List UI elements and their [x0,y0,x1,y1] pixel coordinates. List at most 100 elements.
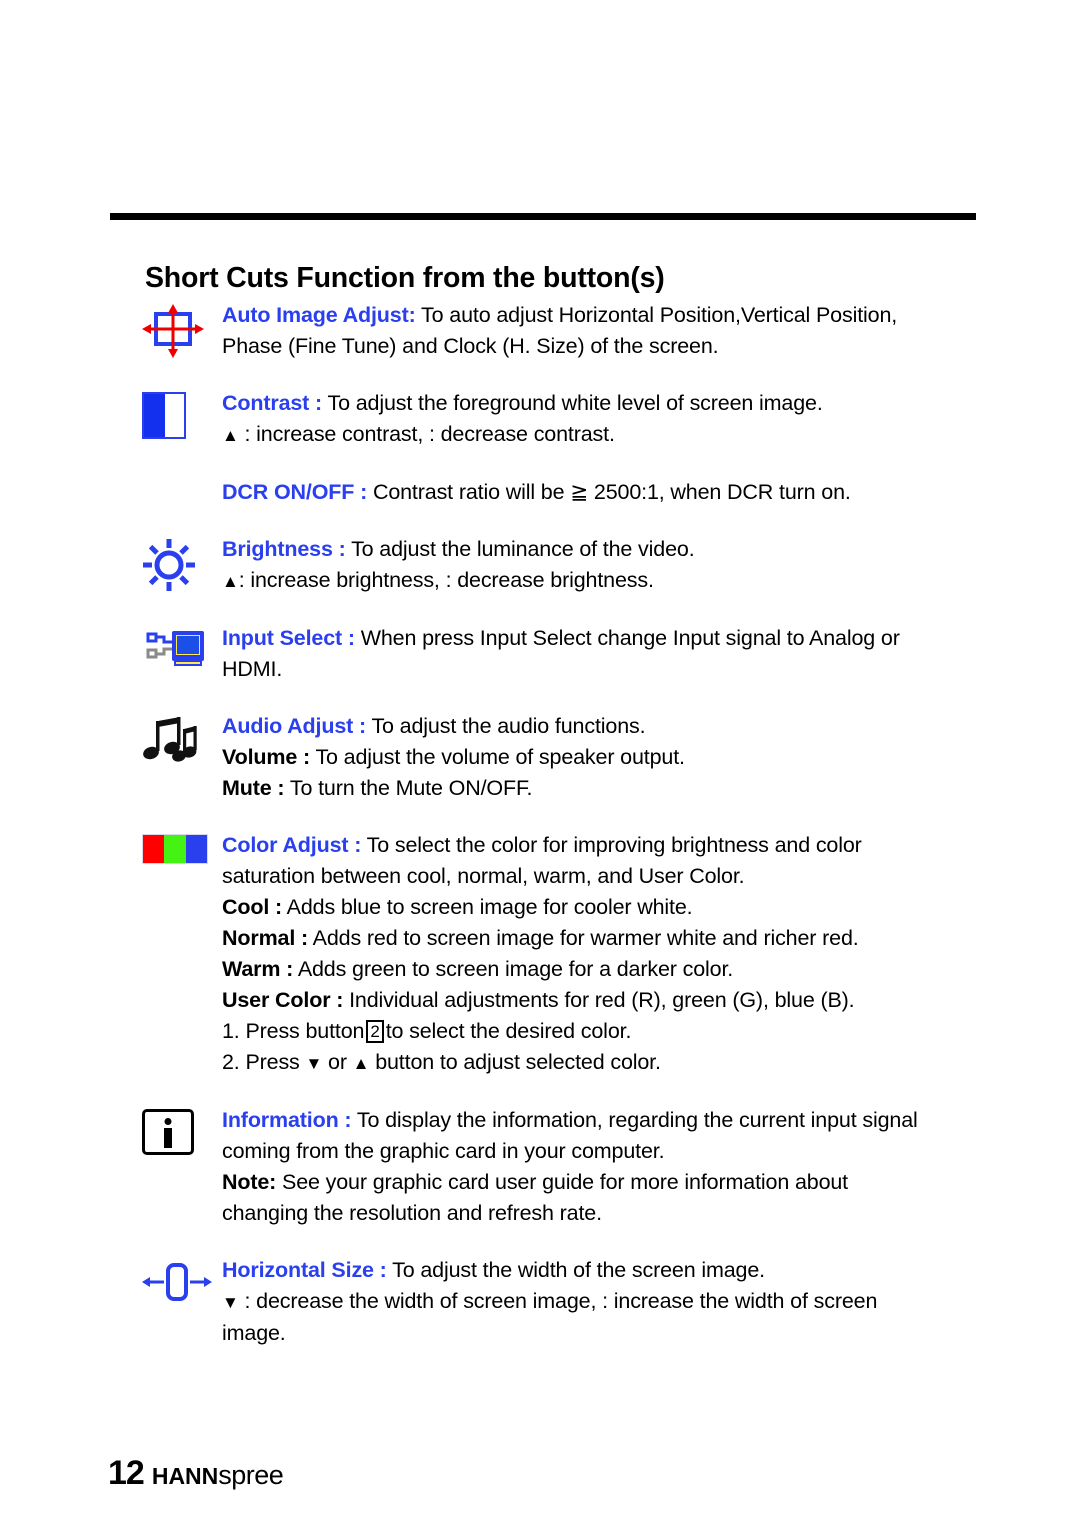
cool-text: Adds blue to screen image for cooler whi… [286,895,693,919]
manual-page: Short Cuts Function from the button(s) A… [0,0,1080,1529]
warm-text: Adds green to screen image for a darker … [297,957,734,981]
mute-text: To turn the Mute ON/OFF. [289,776,533,800]
section-text: Contrast : To adjust the foreground whit… [222,388,1042,508]
cool-key: Cool : [222,895,282,919]
icon-cell [142,1255,222,1307]
hannspree-logo: HANNspree [152,1460,284,1491]
input-select-icon [142,627,206,675]
note-trailing: changing the resolution and refresh rate… [222,1201,602,1225]
section-information: Information : To display the information… [142,1105,1042,1229]
section-heading-line: Contrast : To adjust the foreground whit… [222,388,1042,419]
color-step-1: 1. Press button 2 to select the desired co… [222,1016,1042,1047]
user-color-text: Individual adjustments for red (R), gree… [349,988,855,1012]
dcr-line: DCR ON/OFF : Contrast ratio will be ≧ 25… [222,477,1042,508]
section-text: Color Adjust : To select the color for i… [222,830,1042,1079]
section-body-1: To adjust the foreground white level of … [327,391,823,415]
step1-pre: 1. Press button [222,1019,365,1043]
section-heading: Brightness : [222,537,346,561]
section-heading-line: Auto Image Adjust: To auto adjust Horizo… [222,300,1042,331]
auto-image-adjust-icon [142,304,204,358]
section-text: Audio Adjust : To adjust the audio funct… [222,711,1042,804]
cool-line: Cool : Adds blue to screen image for coo… [222,892,1042,923]
section-brightness: Brightness : To adjust the luminance of … [142,534,1042,597]
section-heading-line: Audio Adjust : To adjust the audio funct… [222,711,1042,742]
section-body-3: image. [222,1321,286,1345]
section-body-1: To adjust the luminance of the video. [351,537,695,561]
icon-cell [142,388,222,439]
normal-text: Adds red to screen image for warmer whit… [312,926,859,950]
note-line: Note: See your graphic card user guide f… [222,1167,1042,1198]
icon-cell [142,300,222,358]
contrast-icon [142,392,186,439]
section-body-1: To display the information, regarding th… [356,1108,918,1132]
icon-cell [142,534,222,592]
audio-volume-line: Volume : To adjust the volume of speaker… [222,742,1042,773]
step2-pre: 2. Press [222,1050,300,1074]
warm-key: Warm : [222,957,294,981]
information-icon [142,1109,194,1155]
icon-cell [142,711,222,767]
section-text: Brightness : To adjust the luminance of … [222,534,1042,597]
section-body-1: To select the color for improving bright… [366,833,862,857]
color-adjust-icon [142,834,208,864]
section-text: Auto Image Adjust: To auto adjust Horizo… [222,300,1042,362]
section-heading-line: Horizontal Size : To adjust the width of… [222,1255,1042,1286]
step1-post: to select the desired color. [385,1019,632,1043]
section-contrast: Contrast : To adjust the foreground whit… [142,388,1042,508]
normal-line: Normal : Adds red to screen image for wa… [222,923,1042,954]
page-title: Short Cuts Function from the button(s) [145,262,665,295]
step2-mid: or [328,1050,347,1074]
section-auto-image-adjust: Auto Image Adjust: To auto adjust Horizo… [142,300,1042,362]
section-heading: Auto Image Adjust: [222,303,416,327]
section-heading-line: Input Select : When press Input Select c… [222,623,1042,654]
triangle-down-icon [306,1050,323,1074]
logo-hann: HANN [151,1463,219,1489]
section-text: Horizontal Size : To adjust the width of… [222,1255,1042,1349]
section-body-2: coming from the graphic card in your com… [222,1139,665,1163]
section-heading: Horizontal Size : [222,1258,387,1282]
section-heading-line: Information : To display the information… [222,1105,1042,1136]
section-color-adjust: Color Adjust : To select the color for i… [142,830,1042,1079]
page-footer: 12 HANNspree [108,1454,284,1493]
section-text: Information : To display the information… [222,1105,1042,1229]
section-body-2: HDMI. [222,657,283,681]
volume-text: To adjust the volume of speaker output. [315,745,685,769]
color-step-2: 2. Press or button to adjust selected co… [222,1047,1042,1079]
section-body-1: To auto adjust Horizontal Position,Verti… [421,303,898,327]
icon-cell [142,1105,222,1155]
section-heading-line: Brightness : To adjust the luminance of … [222,534,1042,565]
section-body-2: : increase contrast, : decrease contrast… [222,419,1042,451]
audio-mute-line: Mute : To turn the Mute ON/OFF. [222,773,1042,804]
contrast-arrow-text: : increase contrast, : decrease contrast… [238,422,615,446]
color-swatch-green [164,835,186,863]
info-stem [164,1128,172,1148]
brightness-arrow-text: : increase brightness, : decrease bright… [238,568,654,592]
section-body-2: saturation between cool, normal, warm, a… [222,864,745,888]
note-text: See your graphic card user guide for mor… [282,1170,849,1194]
triangle-up-icon [222,422,239,446]
dcr-body: Contrast ratio will be ≧ 2500:1, when DC… [372,480,851,504]
section-horizontal-size: Horizontal Size : To adjust the width of… [142,1255,1042,1349]
section-heading: Input Select : [222,626,355,650]
section-body-2: : decrease the width of screen image, : … [222,1286,1042,1318]
normal-key: Normal : [222,926,309,950]
section-audio-adjust: Audio Adjust : To adjust the audio funct… [142,711,1042,804]
triangle-up-icon [353,1050,370,1074]
icon-cell [142,830,222,864]
user-color-key: User Color : [222,988,344,1012]
button-2-key: 2 [366,1020,384,1043]
section-heading-line: Color Adjust : To select the color for i… [222,830,1042,861]
icon-cell [142,623,222,675]
note-key: Note: [222,1170,277,1194]
sections-container: Auto Image Adjust: To auto adjust Horizo… [142,300,1042,1349]
triangle-down-icon [222,1289,239,1313]
color-swatch-blue [185,835,207,863]
section-body-2: : increase brightness, : decrease bright… [222,565,1042,597]
